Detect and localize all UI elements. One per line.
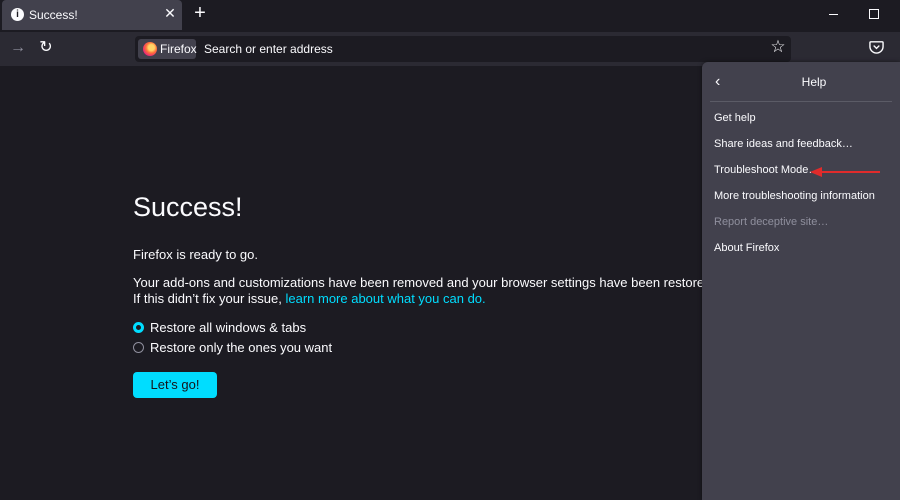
pocket-icon[interactable]: [869, 39, 884, 54]
maximize-icon[interactable]: [866, 6, 882, 22]
menu-item-report-deceptive-site: Report deceptive site…: [714, 216, 829, 228]
info-icon: i: [11, 8, 24, 21]
close-icon[interactable]: ✕: [162, 5, 178, 21]
page-title: Success!: [133, 192, 243, 222]
menu-item-troubleshoot-mode[interactable]: Troubleshoot Mode…: [714, 164, 819, 176]
help-panel-title: Help: [801, 75, 827, 89]
reload-icon[interactable]: ↻: [36, 38, 56, 58]
annotation-arrow-icon: [810, 167, 880, 177]
radio-label: Restore only the ones you want: [150, 340, 333, 355]
firefox-logo-icon: [143, 42, 157, 56]
bookmark-star-icon[interactable]: ☆: [769, 38, 787, 56]
navigation-toolbar: → ↻ Firefox Search or enter address: [0, 32, 900, 66]
tab-success[interactable]: i Success! ✕: [2, 0, 182, 30]
divider: [710, 101, 892, 102]
new-tab-button[interactable]: +: [190, 3, 210, 24]
menu-item-get-help[interactable]: Get help: [714, 112, 756, 124]
radio-unchecked-icon[interactable]: [133, 342, 144, 353]
restore-all-radio[interactable]: Restore all windows & tabs: [133, 320, 306, 335]
minimize-icon[interactable]: [826, 6, 842, 22]
address-placeholder: Search or enter address: [204, 42, 333, 56]
forward-arrow-icon[interactable]: →: [8, 38, 28, 58]
lets-go-button[interactable]: Let’s go!: [133, 372, 217, 398]
info-prefix: If this didn’t fix your issue,: [133, 291, 282, 306]
help-menu-panel: ‹ Help Get help Share ideas and feedback…: [702, 62, 900, 500]
learn-more-link[interactable]: learn more about what you can do.: [285, 291, 485, 306]
radio-checked-icon[interactable]: [133, 322, 144, 333]
menu-item-share-feedback[interactable]: Share ideas and feedback…: [714, 138, 853, 150]
menu-item-more-troubleshooting[interactable]: More troubleshooting information: [714, 190, 875, 202]
tab-title: Success!: [29, 8, 78, 22]
info-text-line-2: If this didn’t fix your issue, learn mor…: [133, 291, 486, 306]
restore-some-radio[interactable]: Restore only the ones you want: [133, 340, 332, 355]
ready-text: Firefox is ready to go.: [133, 247, 258, 262]
identity-label: Firefox: [160, 42, 197, 56]
menu-item-about-firefox[interactable]: About Firefox: [714, 242, 779, 254]
radio-label: Restore all windows & tabs: [150, 320, 307, 335]
address-bar[interactable]: Firefox Search or enter address: [135, 36, 791, 62]
identity-box[interactable]: Firefox: [138, 39, 197, 59]
tab-strip: i Success! ✕ +: [0, 0, 900, 32]
